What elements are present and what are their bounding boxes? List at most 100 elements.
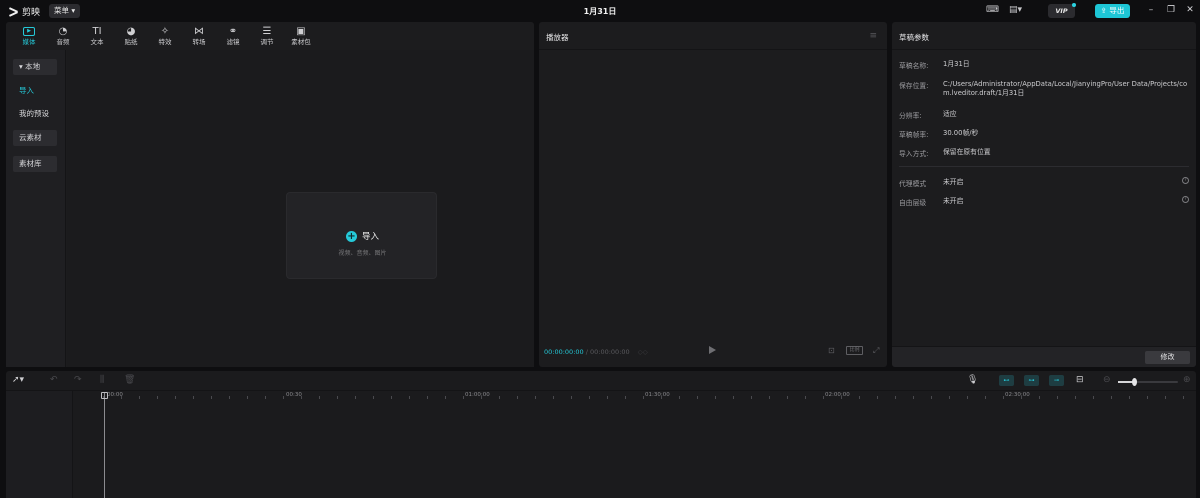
sidebar-item-my-presets[interactable]: 我的预设 xyxy=(13,106,65,122)
ratio-button[interactable]: 比例 xyxy=(846,346,863,355)
ruler-tick xyxy=(499,396,500,399)
tab-label: 媒体 xyxy=(22,38,36,46)
import-drop-zone[interactable]: + 导入 视频、音频、图片 xyxy=(286,192,437,279)
tab-sticker[interactable]: ◕ 贴纸 xyxy=(114,22,148,50)
select-cursor-icon[interactable]: ➚▾ xyxy=(12,375,24,386)
ruler-tick xyxy=(643,396,644,399)
ruler-tick xyxy=(895,396,896,399)
delete-icon[interactable]: 🗑 xyxy=(124,375,135,386)
prop-frame-rate: 草稿帧率: 30.00帧/秒 xyxy=(899,129,1189,139)
close-icon[interactable]: ✕ xyxy=(1185,5,1195,16)
playhead-handle[interactable] xyxy=(101,392,108,399)
tab-filter[interactable]: ⚭ 滤镜 xyxy=(216,22,250,50)
current-time: 00:00:00:00 xyxy=(544,348,584,356)
tab-media[interactable]: ▶ 媒体 xyxy=(12,22,46,50)
sidebar-item-import[interactable]: 导入 xyxy=(13,83,57,99)
undo-icon[interactable]: ↶ xyxy=(50,375,58,386)
media-drop-area: + 导入 视频、音频、图片 xyxy=(67,50,534,367)
ruler-tick xyxy=(949,396,950,399)
ruler-tick xyxy=(481,396,482,399)
main-menu-button[interactable]: 菜单 ▾ xyxy=(49,4,81,18)
sidebar-item-label: 本地 xyxy=(25,62,41,71)
tab-label: 特效 xyxy=(158,38,172,46)
main-track-magnet-icon[interactable]: ⊷ xyxy=(999,375,1014,386)
main-menu-label: 菜单 xyxy=(54,6,69,15)
prop-value: 未开启 xyxy=(943,178,964,186)
auto-snap-icon[interactable]: ⊶ xyxy=(1024,375,1039,386)
microphone-icon[interactable]: 🎙 xyxy=(967,375,978,386)
fit-view-icon[interactable]: ⊡ xyxy=(828,346,835,355)
ruler-tick xyxy=(697,396,698,399)
redo-icon[interactable]: ↷ xyxy=(74,375,82,386)
prop-value: 适应 xyxy=(943,110,957,118)
transition-icon: ⋈ xyxy=(194,26,204,37)
import-label: 导入 xyxy=(361,232,379,242)
tab-audio[interactable]: ◔ 音频 xyxy=(46,22,80,50)
material-pack-icon: ▣ xyxy=(296,26,306,37)
sidebar-item-library[interactable]: 素材库 xyxy=(13,156,57,172)
zoom-in-icon[interactable]: ⊕ xyxy=(1183,375,1191,386)
playhead[interactable] xyxy=(104,392,105,498)
shortcut-keyboard-icon[interactable]: ⌨ xyxy=(986,5,999,16)
text-icon: TI xyxy=(92,26,102,37)
props-footer: 修改 xyxy=(892,346,1196,367)
preview-axis-icon[interactable]: ⊟ xyxy=(1076,375,1084,386)
sidebar-item-cloud[interactable]: 云素材 xyxy=(13,130,57,146)
ruler-tick xyxy=(283,396,284,399)
player-title: 播放器 xyxy=(546,33,569,42)
prop-draft-name: 草稿名称: 1月31日 xyxy=(899,60,1189,70)
prop-resolution: 分辨率: 适应 xyxy=(899,110,1189,120)
filter-icon: ⚭ xyxy=(228,26,238,37)
linkage-icon[interactable]: ⊸ xyxy=(1049,375,1064,386)
help-icon[interactable]: ? xyxy=(1182,177,1189,184)
vip-button[interactable]: VIP xyxy=(1048,3,1076,18)
title-bar: 剪映 菜单 ▾ 1月31日 ⌨ ▤▾ VIP ⇪ 导出 – ❐ ✕ xyxy=(0,0,1200,22)
prop-key: 保存位置: xyxy=(899,82,929,90)
ruler-tick xyxy=(211,396,212,399)
tab-adjust[interactable]: ☰ 调节 xyxy=(250,22,284,50)
tab-label: 素材包 xyxy=(291,38,311,46)
keyframe-icon: ◇◇ xyxy=(637,348,648,356)
help-icon[interactable]: ? xyxy=(1182,196,1189,203)
ruler-tick xyxy=(787,396,788,399)
prop-key: 草稿帧率: xyxy=(899,131,929,139)
play-icon[interactable] xyxy=(709,346,716,354)
media-icon: ▶ xyxy=(23,27,35,36)
zoom-slider-handle[interactable] xyxy=(1132,378,1137,386)
minimize-icon[interactable]: – xyxy=(1146,5,1156,16)
tab-text[interactable]: TI 文本 xyxy=(80,22,114,50)
ruler-tick xyxy=(1129,396,1130,399)
zoom-out-icon[interactable]: ⊖ xyxy=(1103,375,1111,386)
layout-icon[interactable]: ▤▾ xyxy=(1009,5,1022,16)
ruler-tick xyxy=(733,396,734,399)
ruler-tick xyxy=(445,396,446,399)
ruler-tick xyxy=(121,396,122,399)
divider xyxy=(539,49,887,50)
import-hint: 视频、音频、图片 xyxy=(338,250,387,257)
ruler-tick xyxy=(1183,396,1184,399)
tab-transition[interactable]: ⋈ 转场 xyxy=(182,22,216,50)
restore-icon[interactable]: ❐ xyxy=(1166,5,1176,16)
import-button[interactable]: + 导入 xyxy=(287,230,438,242)
ruler-tick xyxy=(139,396,140,399)
ruler-tick xyxy=(571,396,572,399)
split-icon[interactable]: ⫼ xyxy=(100,375,104,386)
ruler-tick xyxy=(319,396,320,399)
modify-button[interactable]: 修改 xyxy=(1145,351,1190,364)
ruler-tick xyxy=(625,396,626,399)
timeline-panel: ➚▾ ↶ ↷ ⫼ 🗑 🎙 ⊷ ⊶ ⊸ ⊟ ⊖ ⊕ 00:00 00:30 01:… xyxy=(6,371,1196,498)
ruler-tick xyxy=(967,396,968,399)
tab-material-pack[interactable]: ▣ 素材包 xyxy=(284,22,318,50)
tab-label: 贴纸 xyxy=(124,38,138,46)
tab-effects[interactable]: ✧ 特效 xyxy=(148,22,182,50)
sidebar-item-local[interactable]: ▾ 本地 xyxy=(13,59,57,75)
timeline-ruler[interactable]: 00:00 00:30 01:00:00 01:30:00 02:00:00 0… xyxy=(73,391,1196,401)
zoom-slider[interactable] xyxy=(1118,378,1178,386)
ruler-tick xyxy=(1039,396,1040,399)
tab-label: 滤镜 xyxy=(226,38,240,46)
menu-lines-icon[interactable]: ≡ xyxy=(869,31,877,41)
ruler-tick xyxy=(1093,396,1094,399)
ruler-tick xyxy=(247,396,248,399)
fullscreen-icon[interactable]: ⤢ xyxy=(873,346,879,355)
export-button[interactable]: ⇪ 导出 xyxy=(1095,4,1130,18)
